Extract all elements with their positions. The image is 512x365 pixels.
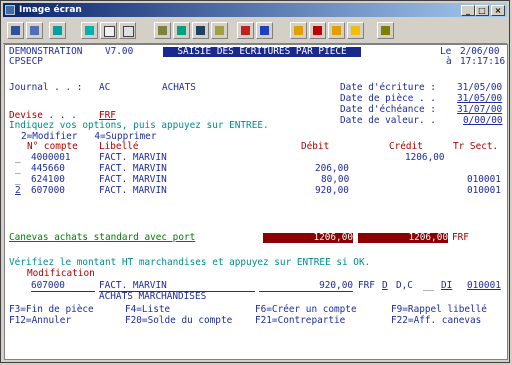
app-icon (5, 5, 15, 15)
modif-sens-field[interactable]: D (382, 281, 388, 291)
modif-sect-field[interactable]: 010001 (467, 281, 501, 291)
edit-icon[interactable] (119, 22, 136, 39)
date-echeance-field[interactable]: 31/07/00 (457, 105, 502, 115)
modif-code-field[interactable]: DI (441, 281, 452, 291)
journal-name: ACHATS (162, 82, 196, 93)
total-credit: 1206,00 (358, 233, 448, 243)
fkey-f3[interactable]: F3=Fin de pièce (9, 305, 94, 315)
journal-code: AC (99, 82, 111, 93)
row-libelle: FACT. MARVIN (99, 163, 167, 174)
modif-label: Modification (27, 268, 95, 279)
keyboard-icon[interactable] (173, 22, 190, 39)
fkey-f21[interactable]: F21=Contrepartie (255, 316, 345, 326)
col-debit: Débit (301, 141, 330, 152)
version: V7.00 (105, 46, 134, 57)
row-debit: 206,00 (315, 163, 349, 174)
current-time: 17:17:16 (460, 56, 506, 67)
modif-dc-hint: D,C (396, 280, 413, 291)
window-title: Image écran (19, 5, 82, 15)
row-compte: 445660 (31, 163, 65, 174)
row-credit: 1206,00 (405, 152, 445, 163)
copy-icon[interactable] (81, 22, 98, 39)
journal-label: Journal . . : (9, 82, 83, 93)
row-compte: 607000 (31, 185, 65, 196)
time-label: à (446, 56, 452, 67)
modif-compte-field[interactable]: 607000 (31, 281, 95, 292)
fkey-f4[interactable]: F4=Liste (125, 305, 170, 315)
print-icon[interactable] (26, 22, 43, 39)
row-compte: 624100 (31, 174, 65, 185)
send-icon[interactable] (237, 22, 254, 39)
row-option-input[interactable]: 2 (15, 186, 21, 196)
run-icon[interactable] (328, 22, 345, 39)
terminal-screen[interactable]: DEMONSTRATION V7.00 CPSECP SAISIE DES EC… (4, 44, 508, 360)
host-icon[interactable] (49, 22, 66, 39)
row-libelle: FACT. MARVIN (99, 185, 167, 196)
instructions-text: Indiquez vos options, puis appuyez sur E… (9, 120, 269, 131)
col-libelle: Libellé (99, 141, 139, 152)
modif-devise: FRF (358, 280, 375, 291)
date-echeance-label: Date d'échéance : (340, 104, 436, 115)
modif-account-name: ACHATS MARCHANDISES (99, 291, 207, 302)
date-valeur-label: Date de valeur. . (340, 115, 436, 126)
row-debit: 80,00 (321, 174, 350, 185)
modif-montant-field[interactable]: 920,00 (259, 281, 353, 292)
page-title: SAISIE DES ECRITURES PAR PIECE (163, 47, 361, 57)
date-piece-field[interactable]: 31/05/00 (457, 94, 502, 104)
paste-icon[interactable] (100, 22, 117, 39)
col-credit: Crédit (389, 141, 423, 152)
total-debit: 1206,00 (263, 233, 353, 243)
connect-icon[interactable] (309, 22, 326, 39)
record-icon[interactable] (347, 22, 364, 39)
fkey-f9[interactable]: F9=Rappel libellé (391, 305, 487, 315)
modif-blank-field[interactable]: __ (423, 281, 434, 291)
fkey-f22[interactable]: F22=Aff. canevas (391, 316, 481, 326)
toolbar (3, 19, 507, 44)
fkey-f6[interactable]: F6=Créer un compte (255, 305, 357, 315)
total-currency: FRF (452, 232, 469, 243)
minimize-button[interactable]: _ (461, 5, 475, 16)
row-debit: 920,00 (315, 185, 349, 196)
receive-icon[interactable] (256, 22, 273, 39)
date-piece-label: Date de pièce . . (340, 93, 436, 104)
fkey-f20[interactable]: F20=Solde du compte (125, 316, 232, 326)
row-compte: 4000001 (31, 152, 71, 163)
exit-icon[interactable] (377, 22, 394, 39)
title-bar[interactable]: Image écran _ □ × (3, 3, 507, 17)
fkey-f12[interactable]: F12=Annuler (9, 316, 71, 326)
row-sect: 010001 (467, 174, 501, 185)
maximize-button[interactable]: □ (475, 5, 489, 16)
row-option-input[interactable]: _ (15, 164, 21, 174)
program-code: CPSECP (9, 56, 43, 67)
date-ecriture-label: Date d'écriture : (340, 82, 436, 93)
print-screen-icon[interactable] (7, 22, 24, 39)
col-compte: N° compte (27, 141, 78, 152)
emulator-window: Image écran _ □ × DEMONSTRATION V7.00 CP… (0, 0, 510, 363)
close-button[interactable]: × (491, 5, 505, 16)
col-sect: Tr Sect. (453, 141, 499, 152)
row-sect: 010001 (467, 185, 501, 196)
date-ecriture-value: 31/05/00 (457, 82, 503, 93)
color-icon[interactable] (192, 22, 209, 39)
transfer-icon[interactable] (211, 22, 228, 39)
date-valeur-field[interactable]: 0/00/00 (463, 116, 503, 126)
row-option-input[interactable]: _ (15, 153, 21, 163)
row-libelle: FACT. MARVIN (99, 174, 167, 185)
row-libelle: FACT. MARVIN (99, 152, 167, 163)
macro-icon[interactable] (154, 22, 171, 39)
row-option-input[interactable]: _ (15, 175, 21, 185)
message-line: Vérifiez le montant HT marchandises et a… (9, 257, 371, 268)
canevas-link[interactable]: Canevas achats standard avec port (9, 233, 195, 243)
disconnect-icon[interactable] (290, 22, 307, 39)
